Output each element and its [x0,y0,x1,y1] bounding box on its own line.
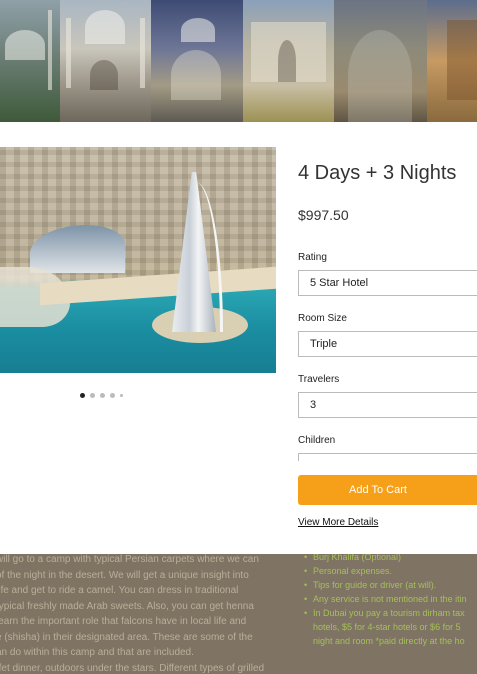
banner-photo-palace [243,0,334,122]
gallery-dot-2[interactable] [90,393,95,398]
gallery-dot-3[interactable] [100,393,105,398]
rating-label: Rating [298,252,327,263]
description-line: will go to a camp with typical Persian c… [0,554,259,565]
description-line: e (shisha) in their designated area. The… [0,631,253,643]
list-item: In Dubai you pay a tourism dirham tax [304,606,477,620]
product-price: $997.50 [298,207,349,223]
add-to-cart-button[interactable]: Add To Cart [298,475,477,505]
description-line: of the night in the desert. We will get … [0,569,249,581]
banner-photo-mosque-1 [0,0,60,122]
gallery-dot-4[interactable] [110,393,115,398]
description-line: learn the important role that falcons ha… [0,616,247,627]
list-item: Any service is not mentioned in the itin [304,592,477,606]
not-included-list: Burj Khalifa (Optional) Personal expense… [304,554,477,648]
banner-photo-mosque-2 [60,0,151,122]
banner-photo-mosque-3 [151,0,243,122]
children-label: Children [298,435,336,446]
list-item: Tips for guide or driver (at will). [304,578,477,592]
travelers-select[interactable]: 3 [298,392,477,418]
room-size-label: Room Size [298,313,347,324]
children-select[interactable] [298,453,477,461]
description-line: an do within this camp and that are incl… [0,647,194,658]
description-line: life and get to ride a camel. You can dr… [0,585,239,596]
description-line: ffet dinner, outdoors under the stars. D… [0,662,265,674]
list-item: Personal expenses. [304,564,477,578]
product-title: 4 Days + 3 Nights [298,162,457,184]
gallery-dot-1[interactable] [80,393,85,398]
list-item: hotels, $5 for 4-star hotels or $6 for 5 [313,622,461,632]
rating-select[interactable]: 5 Star Hotel [298,270,477,296]
banner-photo-sunset [427,0,477,122]
view-more-details-link[interactable]: View More Details [298,517,378,528]
description-section: will go to a camp with typical Persian c… [0,554,477,674]
description-line: typical freshly made Arab sweets. Also, … [0,600,254,612]
header-photo-banner [0,0,477,122]
room-size-select[interactable]: Triple [298,331,477,357]
tour-description: will go to a camp with typical Persian c… [0,554,286,674]
banner-photo-doorway [334,0,427,122]
travelers-label: Travelers [298,374,340,385]
gallery-dots [80,393,123,398]
list-item: Burj Khalifa (Optional) [304,554,477,564]
gallery-dot-5[interactable] [120,394,123,397]
product-image-burj-al-arab[interactable] [0,147,276,373]
list-item: night and room *paid directly at the ho [313,636,465,646]
